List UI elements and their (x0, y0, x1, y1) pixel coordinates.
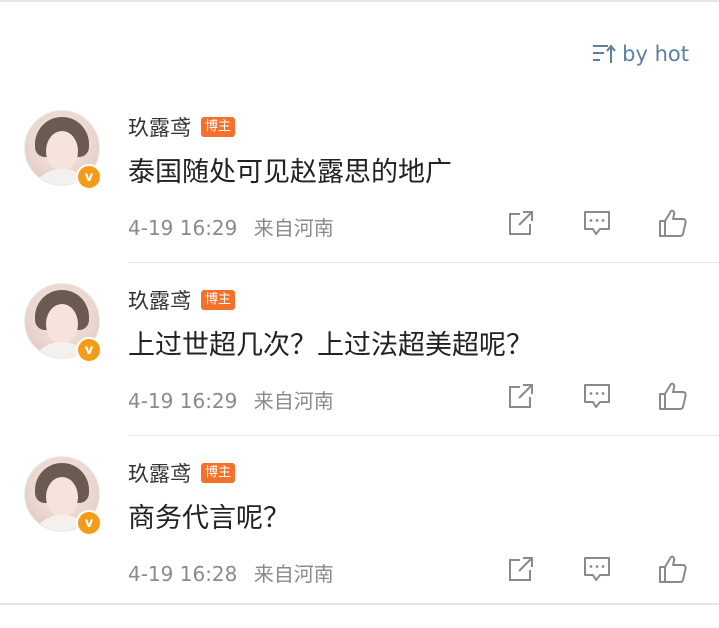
comment-divider (128, 262, 719, 263)
username[interactable]: 玖露鸢 (128, 458, 191, 488)
comment-text: 泰国随处可见赵露思的地广 (128, 157, 452, 188)
share-icon (509, 557, 533, 581)
like-icon (659, 382, 687, 410)
verified-badge-icon: v (76, 510, 102, 536)
author-badge: 博主 (201, 117, 236, 137)
reply-icon (584, 384, 610, 408)
comment-item: v 玖露鸢 博主 泰国随处可见赵露思的地广 4-19 16:29 来自河南 (0, 110, 719, 282)
comment-divider (128, 435, 719, 436)
author-badge: 博主 (201, 463, 236, 483)
username[interactable]: 玖露鸢 (128, 285, 191, 315)
share-icon (509, 211, 533, 235)
reply-icon (584, 211, 610, 235)
comment-meta: 4-19 16:29 来自河南 (128, 385, 334, 414)
verified-badge-icon: v (76, 337, 102, 363)
reply-button[interactable] (580, 552, 614, 586)
comment-item: v 玖露鸢 博主 上过世超几次？上过法超美超呢？ 4-19 16:29 来自河南 (0, 283, 719, 455)
username[interactable]: 玖露鸢 (128, 112, 191, 142)
author-badge: 博主 (201, 290, 236, 310)
comment-source: 来自河南 (253, 562, 334, 586)
verified-badge-icon: v (76, 164, 102, 190)
comment-text: 上过世超几次？上过法超美超呢？ (128, 330, 533, 361)
share-button[interactable] (504, 379, 538, 413)
share-icon (509, 384, 533, 408)
like-button[interactable] (656, 379, 690, 413)
top-divider (0, 0, 719, 2)
reply-button[interactable] (580, 379, 614, 413)
reply-button[interactable] (580, 206, 614, 240)
comment-time: 4-19 16:29 (128, 216, 238, 240)
comment-meta: 4-19 16:29 来自河南 (128, 212, 334, 241)
like-button[interactable] (656, 206, 690, 240)
reply-icon (584, 557, 610, 581)
comment-time: 4-19 16:28 (128, 562, 238, 586)
like-icon (659, 209, 687, 237)
like-button[interactable] (656, 552, 690, 586)
comment-text: 商务代言呢？ (128, 503, 290, 534)
sort-lines-icon (592, 43, 616, 65)
comment-source: 来自河南 (253, 216, 334, 240)
comment-time: 4-19 16:29 (128, 389, 238, 413)
share-button[interactable] (504, 552, 538, 586)
comment-source: 来自河南 (253, 389, 334, 413)
comment-meta: 4-19 16:28 来自河南 (128, 558, 334, 587)
like-icon (659, 555, 687, 583)
sort-label: by hot (622, 42, 689, 66)
share-button[interactable] (504, 206, 538, 240)
sort-by-hot-button[interactable]: by hot (592, 42, 689, 66)
